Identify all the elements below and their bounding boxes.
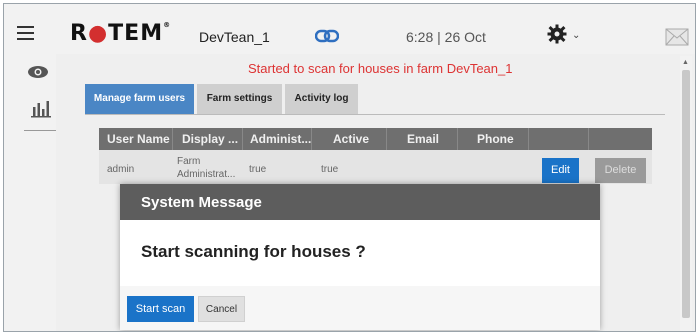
rail-divider xyxy=(24,130,56,131)
logo: R●TEM® xyxy=(70,21,172,46)
cell-display-line1: Farm xyxy=(177,156,201,167)
left-rail xyxy=(4,54,56,331)
scroll-up-icon[interactable]: ▲ xyxy=(682,59,689,66)
cell-user-name: admin xyxy=(107,164,135,175)
column-header-display[interactable]: Display ... xyxy=(182,128,238,150)
delete-button[interactable]: Delete xyxy=(595,158,646,183)
tab-activity-log[interactable]: Activity log xyxy=(285,84,358,114)
chevron-down-icon[interactable]: ⌄ xyxy=(572,30,580,41)
tab-farm-settings[interactable]: Farm settings xyxy=(197,84,282,114)
edit-button[interactable]: Edit xyxy=(542,158,579,183)
table-header: User Name Display ... Administ... Active… xyxy=(99,128,652,150)
status-message: Started to scan for houses in farm DevTe… xyxy=(248,61,513,76)
system-message-dialog: System Message Start scanning for houses… xyxy=(120,184,600,330)
datetime: 6:28 | 26 Oct xyxy=(406,29,486,45)
dialog-title: System Message xyxy=(141,194,262,211)
column-divider xyxy=(528,128,529,150)
app-window: R●TEM® DevTean_1 6:28 | 26 Oct ⌄ Started… xyxy=(3,3,696,332)
start-scan-button[interactable]: Start scan xyxy=(127,296,194,322)
column-divider xyxy=(457,128,458,150)
menu-icon[interactable] xyxy=(17,26,34,40)
eye-icon[interactable] xyxy=(27,65,49,79)
column-divider xyxy=(588,128,589,150)
top-bar: R●TEM® DevTean_1 6:28 | 26 Oct ⌄ xyxy=(4,4,695,54)
tab-manage-farm-users[interactable]: Manage farm users xyxy=(85,84,194,114)
cancel-button[interactable]: Cancel xyxy=(198,296,245,322)
link-icon[interactable] xyxy=(315,29,339,43)
farm-name[interactable]: DevTean_1 xyxy=(199,29,270,45)
column-header-user-name[interactable]: User Name xyxy=(107,128,170,150)
dialog-message: Start scanning for houses ? xyxy=(141,242,366,261)
cell-display-line2: Administrat... xyxy=(177,169,236,180)
dialog-footer: Start scan Cancel xyxy=(120,286,600,330)
column-divider xyxy=(386,128,387,150)
cell-active: true xyxy=(321,164,339,175)
table-row[interactable]: admin Farm Administrat... true true Edit… xyxy=(99,150,652,184)
cell-administrator: true xyxy=(249,164,267,175)
date-text: 26 Oct xyxy=(444,29,486,45)
column-divider xyxy=(172,128,173,150)
mail-icon[interactable] xyxy=(665,28,689,46)
column-header-active[interactable]: Active xyxy=(333,128,369,150)
tabs-divider xyxy=(85,114,665,115)
column-header-email[interactable]: Email xyxy=(407,128,439,150)
bar-chart-icon[interactable] xyxy=(30,97,52,119)
column-header-phone[interactable]: Phone xyxy=(477,128,514,150)
column-divider xyxy=(311,128,312,150)
dialog-header: System Message xyxy=(120,184,600,220)
gear-icon[interactable] xyxy=(547,24,567,44)
column-divider xyxy=(242,128,243,150)
time-text: 6:28 xyxy=(406,29,434,45)
scrollbar-thumb[interactable] xyxy=(682,70,690,318)
column-header-administrator[interactable]: Administ... xyxy=(250,128,311,150)
